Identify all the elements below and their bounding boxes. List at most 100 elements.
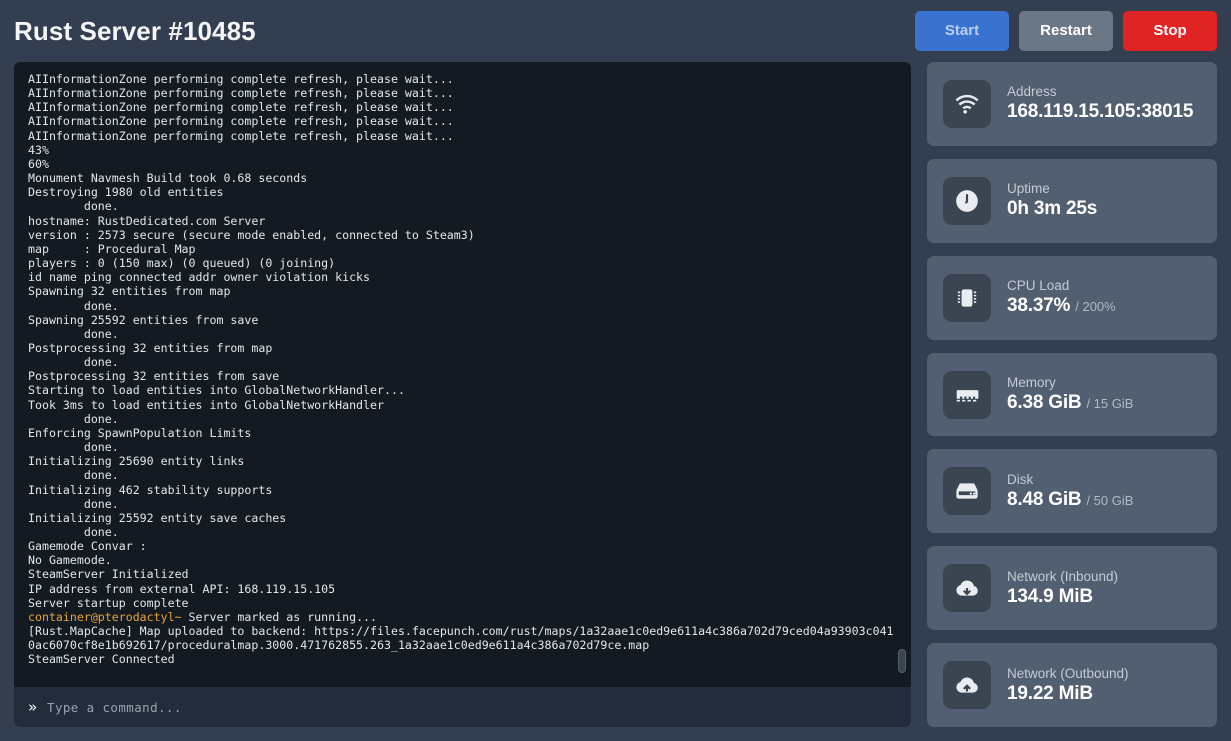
cloud-upload-icon: [943, 661, 991, 710]
console-line: done.: [28, 468, 897, 482]
stat-label: Uptime: [1007, 181, 1050, 197]
console-line: IP address from external API: 168.119.15…: [28, 582, 897, 596]
console-line: Gamemode Convar :: [28, 539, 897, 553]
power-action-buttons: Start Restart Stop: [915, 11, 1217, 51]
stat-value: 134.9 MiB: [1007, 585, 1093, 607]
stat-text: Uptime 0h 3m 25s: [1007, 181, 1097, 220]
console-line-text: Postprocessing 32 entities from map: [28, 340, 273, 355]
console-line-text: done.: [28, 525, 119, 539]
console-line-text: done.: [28, 440, 119, 455]
console-line-text: Spawning 32 entities from map: [28, 284, 231, 299]
stat-label: Network (Inbound): [1007, 568, 1119, 584]
console-scrollbar-thumb[interactable]: [898, 649, 906, 673]
wifi-icon: [943, 79, 991, 128]
console-line-text: done.: [28, 411, 119, 426]
console-line: AIInformationZone performing complete re…: [28, 114, 897, 128]
console-line-text: 60%: [28, 156, 49, 171]
console-line-text: done.: [28, 496, 119, 511]
stat-text: Network (Inbound) 134.9 MiB: [1007, 569, 1118, 608]
stat-value-row: 168.119.15.105:38015: [1007, 101, 1193, 123]
console-line: Monument Navmesh Build took 0.68 seconds: [28, 171, 897, 185]
console-line-text: map : Procedural Map: [28, 241, 196, 256]
start-button[interactable]: Start: [915, 11, 1009, 51]
console-line: Postprocessing 32 entities from save: [28, 369, 897, 383]
console-line: Initializing 25690 entity links: [28, 454, 897, 468]
console-line: No Gamemode.: [28, 553, 897, 567]
console-line: version : 2573 secure (secure mode enabl…: [28, 228, 897, 242]
stat-limit: / 200%: [1075, 299, 1116, 315]
stat-value: 0h 3m 25s: [1007, 198, 1098, 220]
chevron-double-right-icon: »: [28, 697, 38, 716]
console-line: players : 0 (150 max) (0 queued) (0 join…: [28, 256, 897, 270]
console-line-text: Gamemode Convar :: [28, 539, 147, 554]
console-line: Initializing 462 stability supports: [28, 483, 897, 497]
console-line-text: Monument Navmesh Build took 0.68 seconds: [28, 171, 308, 186]
stat-value: 8.48 GiB: [1007, 488, 1082, 510]
restart-button[interactable]: Restart: [1019, 11, 1113, 51]
clock-icon: [943, 176, 991, 225]
stat-value-row: 19.22 MiB: [1007, 683, 1129, 705]
console-line: Took 3ms to load entities into GlobalNet…: [28, 398, 897, 412]
stat-card-address: Address 168.119.15.105:38015: [927, 62, 1217, 146]
console-line-text: Destroying 1980 old entities: [28, 185, 224, 200]
console-line: Destroying 1980 old entities: [28, 185, 897, 199]
stat-value-row: 38.37%/ 200%: [1007, 295, 1116, 317]
console-line: map : Procedural Map: [28, 242, 897, 256]
hard-drive-icon: [943, 467, 991, 516]
console-line-text: Enforcing SpawnPopulation Limits: [28, 425, 252, 440]
console-line: SteamServer Initialized: [28, 567, 897, 581]
console-line-text: Server startup complete: [28, 595, 189, 610]
stat-label: CPU Load: [1007, 278, 1070, 294]
console-line-text: AIInformationZone performing complete re…: [28, 86, 454, 101]
console-prompt: container@pterodactyl~: [28, 609, 182, 624]
stop-button[interactable]: Stop: [1123, 11, 1217, 51]
console-line-list: AIInformationZone performing complete re…: [22, 72, 897, 667]
console-line: 60%: [28, 157, 897, 171]
stat-value: 6.38 GiB: [1007, 392, 1082, 413]
console-line: Initializing 25592 entity save caches: [28, 511, 897, 525]
console-line: [Rust.MapCache] Map uploaded to backend:…: [28, 624, 897, 652]
stat-label: Network (Outbound): [1007, 665, 1129, 681]
stat-text: CPU Load 38.37%/ 200%: [1007, 278, 1116, 317]
console-line: done.: [28, 327, 897, 341]
console-scrollbar[interactable]: [898, 70, 906, 679]
console-line: Spawning 32 entities from map: [28, 284, 897, 298]
console-line-text: done.: [28, 326, 119, 341]
stat-card-disk: Disk 8.48 GiB/ 50 GiB: [927, 449, 1217, 534]
console-line-text: players : 0 (150 max) (0 queued) (0 join…: [28, 256, 336, 271]
console-output[interactable]: AIInformationZone performing complete re…: [14, 62, 911, 687]
command-input[interactable]: [47, 699, 897, 715]
console-line: id name ping connected addr owner violat…: [28, 270, 897, 284]
stat-label: Address: [1007, 84, 1057, 100]
console-panel: AIInformationZone performing complete re…: [14, 62, 911, 727]
console-line-text: hostname: RustDedicated.com Server: [28, 213, 266, 228]
stat-card-uptime: Uptime 0h 3m 25s: [927, 158, 1217, 243]
console-line: done.: [28, 412, 897, 426]
console-line-text: Took 3ms to load entities into GlobalNet…: [28, 397, 384, 412]
console-line-text: Starting to load entities into GlobalNet…: [28, 383, 405, 398]
stat-text: Memory 6.38 GiB / 15 GiB: [1007, 375, 1133, 414]
console-line: done.: [28, 199, 897, 213]
stat-card-network-outbound: Network (Outbound) 19.22 MiB: [927, 643, 1217, 728]
console-line: done.: [28, 355, 897, 369]
console-line: done.: [28, 299, 897, 313]
console-line-text: IP address from external API: 168.119.15…: [28, 581, 336, 596]
stat-value-row: 134.9 MiB: [1007, 586, 1118, 608]
console-line: done.: [28, 440, 897, 454]
console-line-text: Initializing 25592 entity save caches: [28, 510, 287, 525]
console-line-text: done.: [28, 298, 119, 313]
stat-limit: / 15 GiB: [1086, 396, 1134, 411]
stat-limit: / 50 GiB: [1086, 492, 1134, 508]
console-line-text: No Gamemode.: [28, 553, 112, 568]
stat-value: 38.37%: [1007, 295, 1071, 317]
console-line: 43%: [28, 143, 897, 157]
console-line-text: AIInformationZone performing complete re…: [28, 72, 454, 86]
console-line: Enforcing SpawnPopulation Limits: [28, 426, 897, 440]
console-line: Starting to load entities into GlobalNet…: [28, 383, 897, 397]
console-line: done.: [28, 525, 897, 539]
console-line: AIInformationZone performing complete re…: [28, 100, 897, 114]
stat-text: Network (Outbound) 19.22 MiB: [1007, 666, 1129, 705]
console-line-text: Spawning 25592 entities from save: [28, 312, 259, 327]
console-line: Postprocessing 32 entities from map: [28, 341, 897, 355]
console-line: Server startup complete: [28, 596, 897, 610]
